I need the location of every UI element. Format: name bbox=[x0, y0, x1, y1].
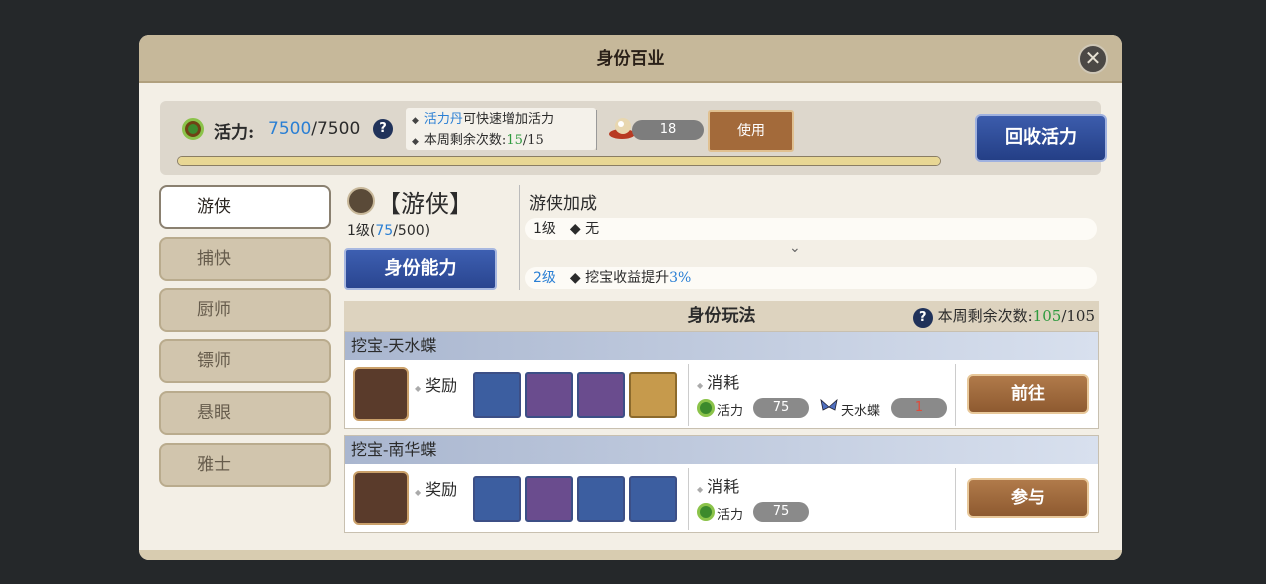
reward-label: ◆ 奖励 bbox=[415, 480, 458, 499]
cost-label: ◆ 消耗 bbox=[697, 373, 740, 392]
bonus-row-1: 1级 ◆ 无 bbox=[525, 218, 1097, 240]
treasure-chest-icon bbox=[353, 471, 409, 525]
help-icon[interactable]: ? bbox=[373, 119, 393, 139]
divider bbox=[955, 468, 956, 530]
cost-item-label: 天水蝶 bbox=[841, 404, 881, 419]
role-title: 【游侠】 bbox=[377, 190, 473, 218]
tab-constable[interactable]: 捕快 bbox=[159, 237, 331, 281]
bonus-title: 游侠加成 bbox=[529, 194, 597, 214]
divider bbox=[955, 364, 956, 426]
energy-panel: 活力: 7500/7500 ? ◆ 活力丹可快速增加活力 ◆ 本周剩余次数:15/1… bbox=[160, 101, 1107, 175]
cost-energy-value: 75 bbox=[753, 502, 809, 522]
card-title: 挖宝-天水蝶 bbox=[345, 332, 1098, 360]
reward-banner-icon[interactable] bbox=[525, 476, 573, 522]
ranger-role-icon bbox=[347, 187, 375, 215]
reward-flag-icon[interactable] bbox=[473, 372, 521, 418]
chevron-down-icon[interactable]: ⌄ bbox=[789, 240, 801, 256]
divider bbox=[596, 110, 597, 150]
identity-dialog: 身份百业 ✕ 活力: 7500/7500 ? ◆ 活力丹可快速增加活力 ◆ 本周剩余… bbox=[139, 35, 1122, 560]
tip-highlight: 活力丹 bbox=[423, 112, 463, 127]
bonus-row-1-level: 1级 bbox=[533, 221, 556, 237]
energy-progress-fill bbox=[178, 157, 940, 165]
tip-text-2: 本周剩余次数: bbox=[423, 133, 507, 148]
divider bbox=[519, 185, 520, 290]
join-button[interactable]: 参与 bbox=[967, 478, 1089, 518]
reward-chest-icon[interactable] bbox=[629, 372, 677, 418]
role-exp-current: 75 bbox=[375, 223, 394, 239]
reward-banner-icon[interactable] bbox=[525, 372, 573, 418]
role-level: 1级(75/500) bbox=[347, 220, 430, 240]
bonus-row-2-value: 3% bbox=[669, 270, 692, 286]
tip-line-2: ◆ 本周剩余次数:15/15 bbox=[412, 133, 544, 148]
gameplay-remaining: ? 本周剩余次数:105/105 bbox=[912, 301, 1095, 331]
tab-scholar[interactable]: 雅士 bbox=[159, 443, 331, 487]
reward-label: ◆ 奖励 bbox=[415, 376, 458, 395]
gameplay-header: 身份玩法 ? 本周剩余次数:105/105 bbox=[344, 301, 1099, 331]
cost-label-text: 消耗 bbox=[707, 477, 740, 496]
energy-orb-icon bbox=[697, 503, 715, 521]
energy-tip: ◆ 活力丹可快速增加活力 ◆ 本周剩余次数:15/15 bbox=[406, 108, 596, 150]
cost-energy-label: 活力 bbox=[717, 404, 744, 419]
reward-box-icon[interactable] bbox=[577, 476, 625, 522]
tip-total: /15 bbox=[522, 133, 544, 148]
dialog-title: 身份百业 bbox=[139, 35, 1122, 83]
reward-flag-icon[interactable] bbox=[473, 476, 521, 522]
divider bbox=[688, 364, 689, 426]
activity-card: 挖宝-天水蝶 ◆ 奖励 ◆ 消耗 活力 75 天水蝶 1 前往 bbox=[344, 331, 1099, 429]
item-count: 18 bbox=[632, 120, 704, 140]
reward-box-icon[interactable] bbox=[577, 372, 625, 418]
tab-xuanyan[interactable]: 悬眼 bbox=[159, 391, 331, 435]
gameplay-remaining-count: 105 bbox=[1032, 307, 1062, 325]
recycle-energy-button[interactable]: 回收活力 bbox=[975, 114, 1107, 162]
bonus-row-2: 2级 ◆ 挖宝收益提升3% bbox=[525, 267, 1097, 289]
tab-escort[interactable]: 镖师 bbox=[159, 339, 331, 383]
bonus-row-1-text: 无 bbox=[585, 221, 600, 237]
cost-energy-value: 75 bbox=[753, 398, 809, 418]
tip-line-1: ◆ 活力丹可快速增加活力 bbox=[412, 112, 554, 127]
energy-orb-icon bbox=[697, 399, 715, 417]
role-level-prefix: 1级( bbox=[347, 223, 376, 239]
cost-label: ◆ 消耗 bbox=[697, 477, 740, 496]
tip-text-1: 可快速增加活力 bbox=[462, 112, 554, 127]
role-exp-total: /500) bbox=[393, 223, 431, 239]
energy-value: 7500/7500 bbox=[268, 119, 360, 139]
bonus-row-2-text: 挖宝收益提升 bbox=[585, 270, 670, 286]
butterfly-icon bbox=[820, 398, 838, 411]
tip-remaining: 15 bbox=[506, 133, 523, 148]
reward-label-text: 奖励 bbox=[425, 376, 458, 395]
card-title: 挖宝-南华蝶 bbox=[345, 436, 1098, 464]
energy-orb-icon bbox=[182, 118, 204, 140]
gameplay-total: /105 bbox=[1061, 307, 1095, 325]
gameplay-remaining-label: 本周剩余次数: bbox=[937, 307, 1033, 325]
reward-jade-icon[interactable] bbox=[629, 476, 677, 522]
bottom-strip bbox=[139, 550, 1122, 560]
energy-label: 活力: bbox=[214, 123, 255, 143]
bonus-row-2-level: 2级 bbox=[533, 270, 556, 286]
activity-card: 挖宝-南华蝶 ◆ 奖励 ◆ 消耗 活力 75 参与 bbox=[344, 435, 1099, 533]
identity-ability-button[interactable]: 身份能力 bbox=[344, 248, 497, 290]
energy-max: /7500 bbox=[311, 119, 361, 139]
help-icon[interactable]: ? bbox=[912, 308, 933, 328]
close-icon[interactable]: ✕ bbox=[1078, 44, 1108, 74]
use-button[interactable]: 使用 bbox=[708, 110, 794, 152]
cost-label-text: 消耗 bbox=[707, 373, 740, 392]
treasure-chest-icon bbox=[353, 367, 409, 421]
energy-current: 7500 bbox=[268, 119, 312, 139]
energy-progress-bar bbox=[177, 156, 941, 166]
cost-energy-label: 活力 bbox=[717, 508, 744, 523]
tab-ranger[interactable]: 游侠 bbox=[159, 185, 331, 229]
tab-chef[interactable]: 厨师 bbox=[159, 288, 331, 332]
go-button[interactable]: 前往 bbox=[967, 374, 1089, 414]
divider bbox=[688, 468, 689, 530]
cost-item-value: 1 bbox=[891, 398, 947, 418]
reward-label-text: 奖励 bbox=[425, 480, 458, 499]
